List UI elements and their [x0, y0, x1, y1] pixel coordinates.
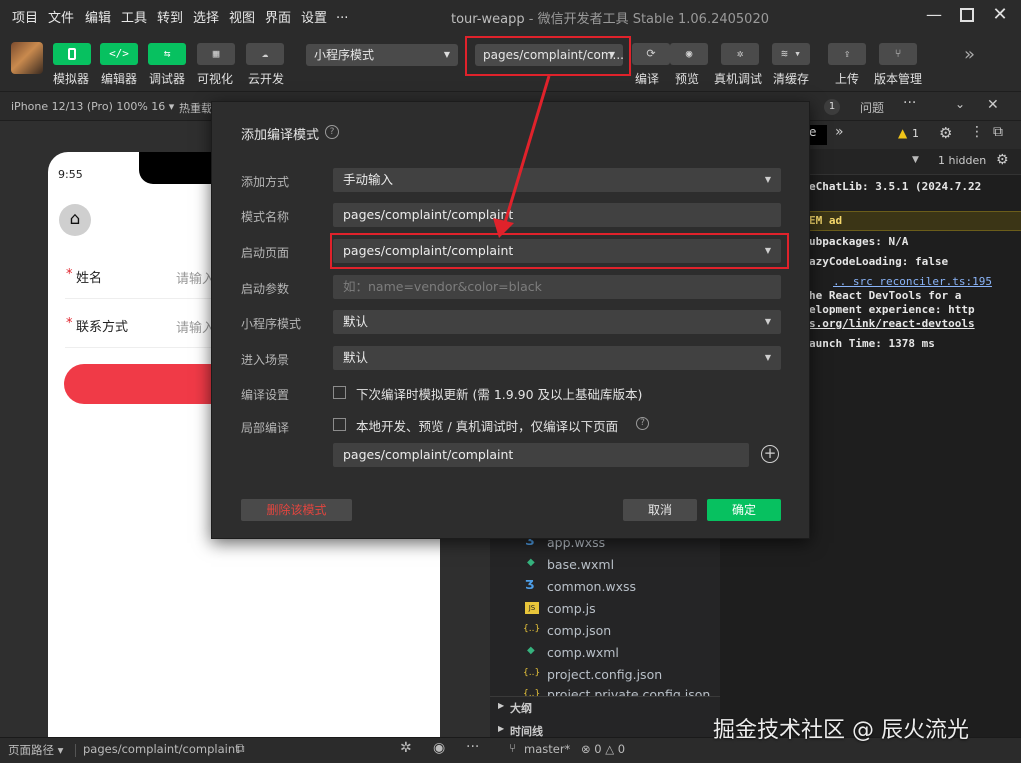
- annotation-arrow: [493, 75, 551, 238]
- arrow-head: [493, 218, 514, 238]
- arrow-shaft: [502, 75, 551, 227]
